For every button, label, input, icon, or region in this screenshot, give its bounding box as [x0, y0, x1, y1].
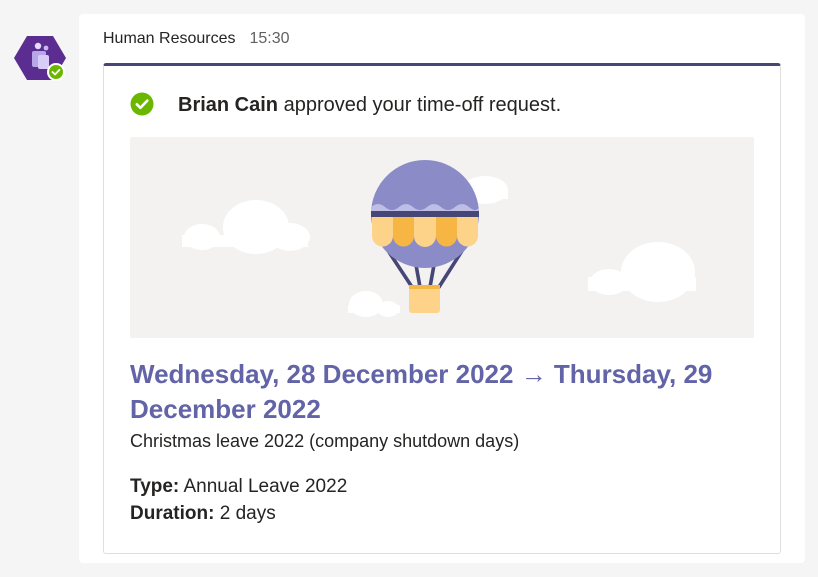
leave-duration-label: Duration: [130, 503, 215, 524]
leave-type-row: Type: Annual Leave 2022 [130, 473, 347, 500]
leave-duration-row: Duration: 2 days [130, 500, 347, 527]
leave-details: Type: Annual Leave 2022 Duration: 2 days [130, 473, 347, 527]
sender-name: Human Resources [103, 30, 236, 47]
leave-type-value: Annual Leave 2022 [183, 476, 348, 497]
leave-type-label: Type: [130, 476, 180, 497]
leave-date-range: Wednesday, 28 December 2022 → Thursday, … [130, 359, 713, 424]
hot-air-balloon-illustration [182, 160, 696, 317]
app-avatar[interactable] [14, 31, 68, 85]
available-status-icon [47, 63, 65, 81]
approval-text: Brian Cain approved your time-off reques… [178, 93, 561, 117]
message-header: Human Resources 15:30 [103, 30, 290, 48]
approval-message: approved your time-off request. [283, 94, 562, 116]
leave-duration-value: 2 days [219, 503, 276, 524]
chat-canvas: Human Resources 15:30 Brian Cain approved… [0, 0, 818, 577]
leave-description: Christmas leave 2022 (company shutdown d… [130, 431, 520, 451]
hero-image [130, 137, 754, 338]
adaptive-card[interactable]: Brian Cain approved your time-off reques… [103, 63, 781, 554]
check-circle-icon [130, 92, 154, 116]
message-time: 15:30 [249, 30, 290, 47]
approver-name: Brian Cain [178, 94, 279, 116]
teams-app-icon [14, 36, 66, 81]
chat-message[interactable]: Human Resources 15:30 Brian Cain approved… [79, 14, 805, 563]
